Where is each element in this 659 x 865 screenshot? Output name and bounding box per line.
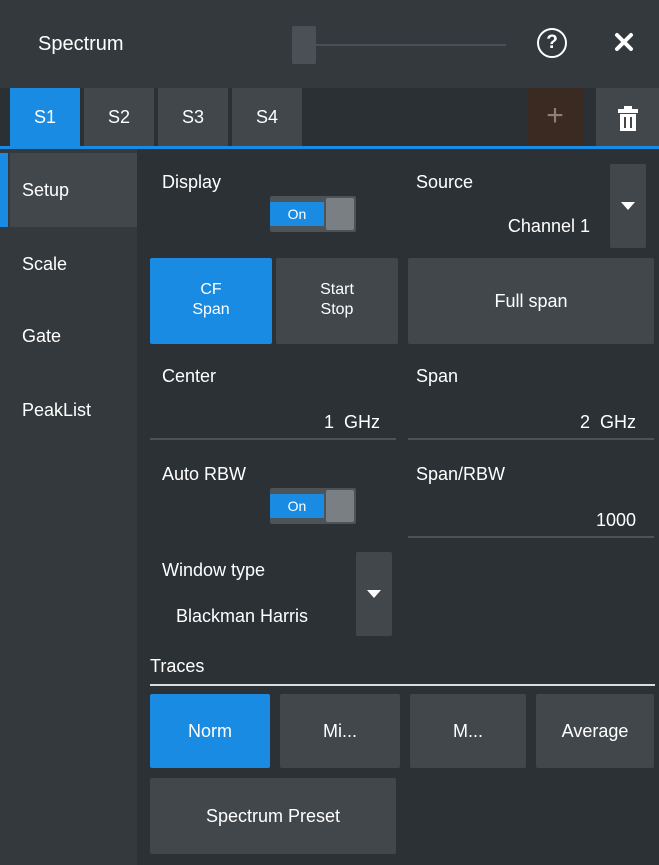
source-label: Source bbox=[416, 172, 474, 192]
start-stop-line1: Start bbox=[320, 281, 354, 298]
drag-track bbox=[316, 44, 506, 46]
start-stop-button[interactable]: Start Stop bbox=[276, 258, 398, 344]
sidebar-item-gate[interactable]: Gate bbox=[0, 299, 137, 373]
auto-rbw-toggle[interactable]: On bbox=[270, 488, 356, 524]
sidebar-item-scale[interactable]: Scale bbox=[0, 227, 137, 301]
tab-s4[interactable]: S4 bbox=[232, 88, 304, 146]
tab-s3[interactable]: S3 bbox=[158, 88, 230, 146]
caret-down-icon bbox=[367, 590, 381, 598]
caret-down-icon bbox=[621, 202, 635, 210]
auto-rbw-toggle-state: On bbox=[270, 494, 324, 518]
center-label: Center bbox=[162, 366, 217, 386]
window-type-label: Window type bbox=[162, 560, 266, 580]
span-rbw-value: 1000 bbox=[595, 510, 636, 530]
title-bar: Spectrum ? bbox=[0, 0, 659, 88]
window-title: Spectrum bbox=[38, 33, 124, 55]
start-stop-line2: Stop bbox=[320, 301, 354, 318]
span-underline bbox=[408, 438, 654, 440]
trace-min-button[interactable]: Mi... bbox=[280, 694, 400, 768]
tab-s2[interactable]: S2 bbox=[84, 88, 156, 146]
full-span-button[interactable]: Full span bbox=[408, 258, 654, 344]
auto-rbw-label: Auto RBW bbox=[162, 464, 247, 484]
tab-bar: S1 S2 S3 S4 + bbox=[0, 88, 659, 148]
cf-span-button[interactable]: CF Span bbox=[150, 258, 272, 344]
sidebar: Setup Scale Gate PeakList bbox=[0, 149, 137, 865]
display-toggle-state: On bbox=[270, 202, 324, 226]
window-type-value[interactable]: Blackman Harris bbox=[176, 606, 308, 627]
sidebar-item-peaklist[interactable]: PeakList bbox=[0, 373, 137, 447]
span-rbw-underline bbox=[408, 536, 654, 538]
auto-rbw-toggle-knob bbox=[326, 490, 354, 522]
center-value[interactable]: 1 GHz bbox=[162, 412, 380, 433]
close-icon[interactable] bbox=[608, 26, 640, 58]
display-label: Display bbox=[162, 172, 222, 192]
cf-span-line2: Span bbox=[192, 301, 230, 318]
trace-norm-button[interactable]: Norm bbox=[150, 694, 270, 768]
span-value[interactable]: 2 GHz bbox=[416, 412, 636, 433]
traces-divider bbox=[150, 684, 655, 686]
source-dropdown[interactable] bbox=[610, 164, 646, 248]
help-icon[interactable]: ? bbox=[537, 28, 567, 58]
window-type-dropdown[interactable] bbox=[356, 552, 392, 636]
cf-span-line1: CF bbox=[200, 281, 222, 298]
span-label: Span bbox=[416, 366, 459, 386]
spectrum-preset-button[interactable]: Spectrum Preset bbox=[150, 778, 396, 854]
center-underline bbox=[150, 438, 396, 440]
sidebar-item-setup[interactable]: Setup bbox=[0, 153, 137, 227]
tab-s1[interactable]: S1 bbox=[10, 88, 82, 146]
trash-icon[interactable] bbox=[596, 88, 659, 146]
plus-icon[interactable]: + bbox=[527, 88, 583, 146]
trace-max-button[interactable]: M... bbox=[410, 694, 526, 768]
span-rbw-label: Span/RBW bbox=[416, 464, 506, 484]
source-value[interactable]: Channel 1 bbox=[416, 216, 590, 237]
trace-average-button[interactable]: Average bbox=[536, 694, 654, 768]
display-toggle[interactable]: On bbox=[270, 196, 356, 232]
traces-heading: Traces bbox=[150, 656, 205, 676]
drag-handle[interactable] bbox=[292, 26, 316, 64]
display-toggle-knob bbox=[326, 198, 354, 230]
